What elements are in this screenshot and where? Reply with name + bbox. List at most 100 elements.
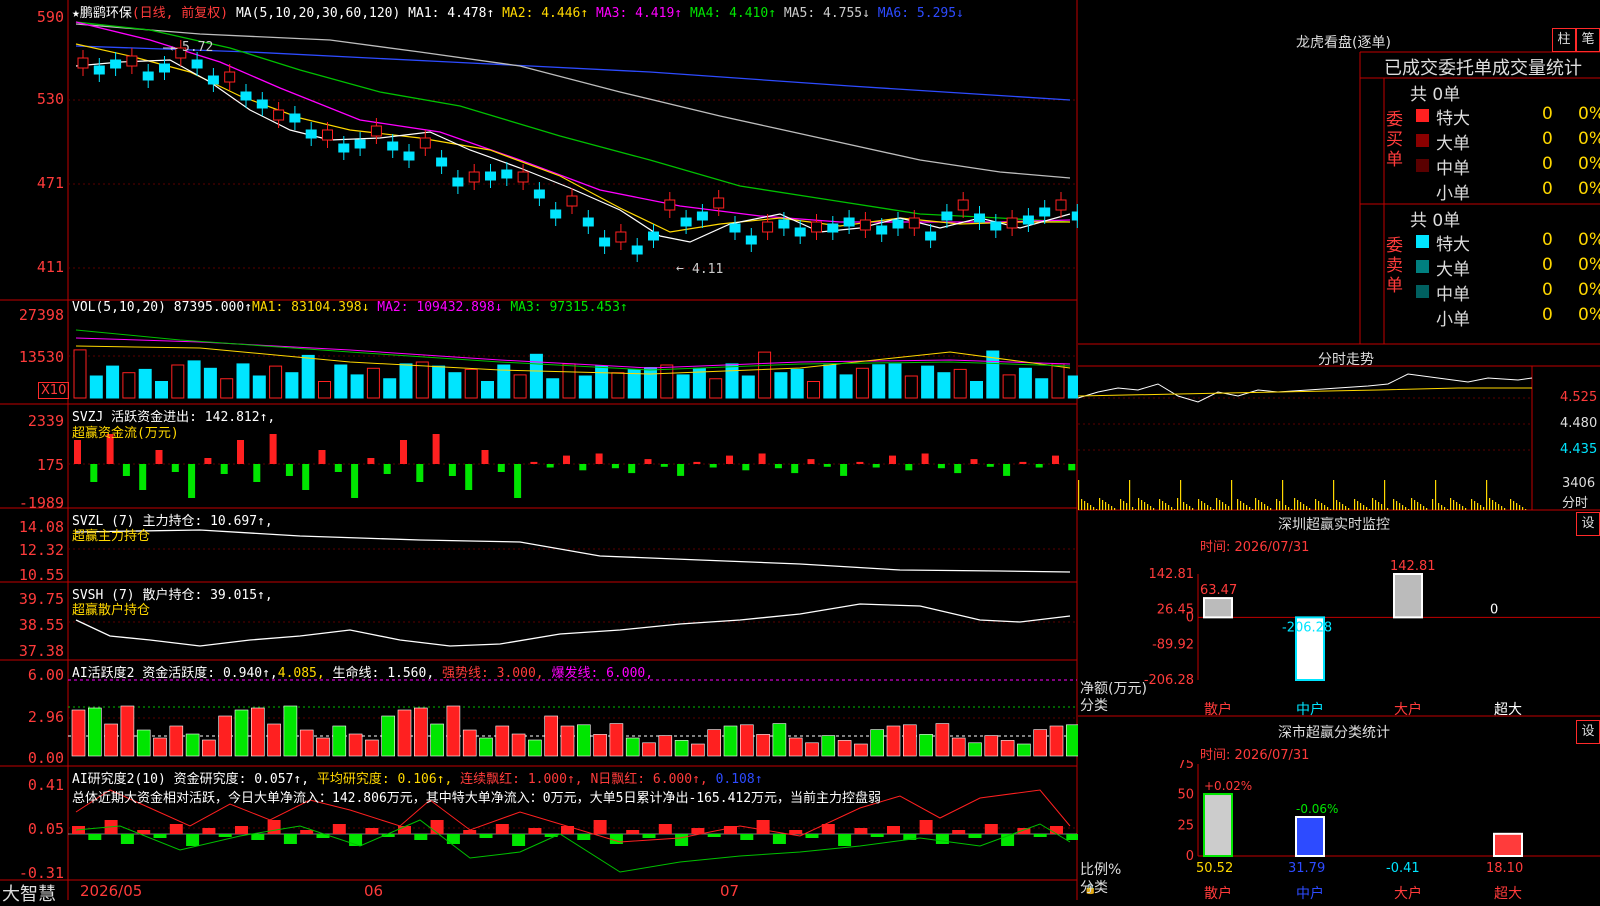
sell-row-count: 0 xyxy=(1542,255,1553,275)
intraday-vol-bar xyxy=(1498,504,1500,510)
svzj-bar xyxy=(481,450,489,464)
svzj-bar xyxy=(171,464,179,472)
vol-unit-badge[interactable]: X10 xyxy=(38,382,70,399)
candle-body xyxy=(436,157,448,167)
volume-bar xyxy=(236,363,250,399)
research-bar xyxy=(479,834,493,838)
tick-mode-button[interactable]: 笔 xyxy=(1576,28,1600,52)
svzj-bar xyxy=(220,464,228,474)
svzj-bar xyxy=(660,464,668,467)
volume-bar xyxy=(578,375,592,399)
svzj-bar xyxy=(416,464,424,482)
intraday-vol-bar xyxy=(1369,509,1371,510)
research-bar xyxy=(772,834,786,844)
intraday-vol-bar xyxy=(1231,480,1233,510)
svzj-bar xyxy=(1003,464,1011,476)
intraday-vol-bar xyxy=(1414,500,1416,510)
intraday-vol-bar xyxy=(1096,509,1098,510)
volume-bar xyxy=(448,372,462,399)
intraday-vol-bar xyxy=(1201,501,1203,510)
intraday-vol-bar xyxy=(1495,502,1497,510)
intraday-vol-bar xyxy=(1456,502,1458,510)
bar-mode-button[interactable]: 柱 xyxy=(1552,28,1576,52)
svzj-bar xyxy=(709,464,717,468)
svzj-bar xyxy=(986,464,994,467)
candle-body xyxy=(859,219,871,231)
volume-bar xyxy=(106,365,120,399)
intraday-vol-bar xyxy=(1459,504,1461,510)
stock-name[interactable]: ★鹏鹞环保 xyxy=(72,6,132,21)
intraday-title[interactable]: 分时走势 xyxy=(1318,349,1374,369)
volume-bar xyxy=(122,372,136,399)
activity-bar xyxy=(658,735,673,757)
dragon-tabs[interactable]: 已成交委托单成交量统计 xyxy=(1384,54,1582,80)
ma2-value: MA2: 4.446↑ xyxy=(502,6,597,21)
vol-axis-mid: 13530 xyxy=(18,348,64,366)
sz-stats-change: -0.06% xyxy=(1296,802,1338,816)
volume-bar xyxy=(513,374,527,399)
volume-bar xyxy=(888,363,902,399)
svg-text:←: ← xyxy=(676,261,684,276)
ma3-line xyxy=(75,21,1071,223)
low-price-label: 4.11 xyxy=(692,262,724,277)
intraday-vol-bar xyxy=(1315,499,1317,510)
volume-bar xyxy=(741,375,755,399)
volume-bar xyxy=(823,364,837,399)
activity-bar xyxy=(576,724,591,757)
intraday-vol-bar xyxy=(1243,503,1245,510)
sz-monitor-settings-button[interactable]: 设 xyxy=(1576,512,1600,536)
intraday-vol-bar xyxy=(1225,504,1227,510)
volume-bar xyxy=(171,364,185,399)
ai-research-axis-top: 0.41 xyxy=(27,776,64,794)
buy-row-count: 0 xyxy=(1542,104,1553,124)
volume-bar xyxy=(953,368,967,399)
activity-bar xyxy=(153,737,167,757)
research-bar xyxy=(495,824,509,834)
intraday-vol-bar xyxy=(1282,480,1284,510)
activity-bar xyxy=(332,725,347,757)
svzj-bar xyxy=(122,464,130,476)
svzj-bar xyxy=(448,464,456,476)
intraday-vol-bar xyxy=(1237,499,1239,510)
intraday-vol-bar xyxy=(1384,480,1386,510)
sell-row-count: 0 xyxy=(1542,280,1553,300)
sz-stats-bar xyxy=(1295,816,1325,857)
research-bar xyxy=(968,834,982,838)
intraday-vol-bar xyxy=(1408,509,1410,510)
candle-body xyxy=(664,199,676,211)
volume-bar xyxy=(301,354,315,399)
app-name[interactable]: 大智慧 xyxy=(2,880,56,906)
intraday-vol-bar xyxy=(1360,503,1362,510)
intraday-vol-bar xyxy=(1366,507,1368,510)
candle-body xyxy=(843,217,855,227)
intraday-vol-bar xyxy=(1129,480,1131,510)
volume-bar xyxy=(937,372,951,399)
intraday-vol-bar xyxy=(1141,500,1143,510)
svzj-bar xyxy=(807,459,815,464)
intraday-vol-bar xyxy=(1279,501,1281,510)
activity-bar xyxy=(299,729,314,757)
intraday-vol-bar xyxy=(1375,500,1377,510)
sell-row-count: 0 xyxy=(1542,230,1553,250)
intraday-vol-bar xyxy=(1297,500,1299,510)
activity-bar xyxy=(886,725,901,757)
intraday-vol-bar xyxy=(1525,509,1527,510)
vol-axis-top: 27398 xyxy=(18,306,64,324)
buy-row-percent: 0% xyxy=(1578,179,1600,199)
svzj-bar xyxy=(546,464,554,468)
ai-active-axis-mid: 2.96 xyxy=(27,708,64,726)
svzj-bar xyxy=(856,461,864,464)
candle-body xyxy=(925,231,937,241)
volume-bar xyxy=(855,367,869,399)
intraday-vol-bar xyxy=(1114,508,1116,510)
sz-monitor-tick: -89.92 xyxy=(1152,638,1194,653)
intraday-vol-bar xyxy=(1240,501,1242,510)
ai-active-axis-bot: 0.00 xyxy=(27,749,64,767)
volume-bar xyxy=(546,378,560,399)
sz-stats-settings-button[interactable]: 设 xyxy=(1576,720,1600,744)
buy-total: 共 0单 xyxy=(1410,85,1461,105)
activity-bar xyxy=(88,707,102,757)
research-bar xyxy=(365,828,379,834)
svzj-bar xyxy=(367,458,375,464)
intraday-vol-bar xyxy=(1339,502,1341,510)
